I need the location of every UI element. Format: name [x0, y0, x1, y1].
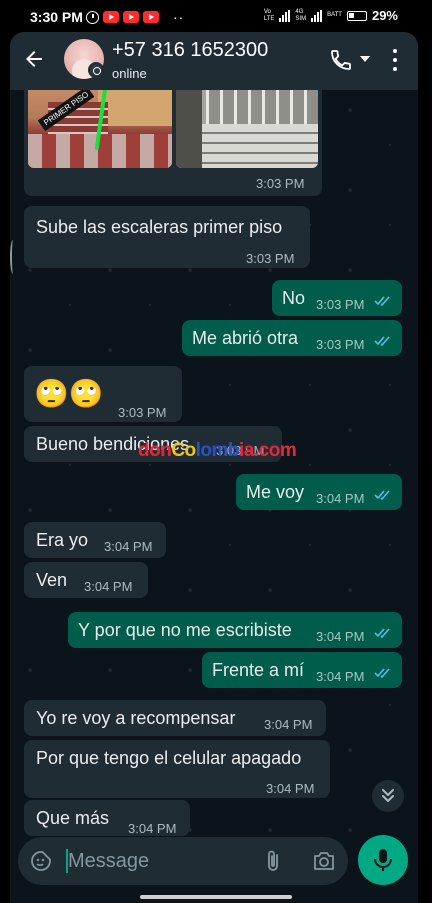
more-vertical-icon[interactable] [390, 49, 400, 71]
double-chevron-down-icon [382, 789, 394, 802]
message-text: Y por que no me escribiste [78, 620, 292, 640]
message-text: Sube las escaleras primer piso [36, 217, 283, 237]
message-time: 3:03 PM [316, 297, 365, 312]
chat-area[interactable]: PRIMER PISO 3:03 PM Sube las escaleras p… [10, 90, 418, 903]
image-message[interactable]: PRIMER PISO 3:03 PM [24, 90, 322, 196]
message-text: Era yo [36, 530, 89, 550]
signal-icon [311, 9, 323, 22]
message-time: 3:04 PM [104, 539, 153, 554]
battery-icon [346, 10, 367, 21]
watermark: donColombia.com [138, 440, 297, 461]
read-ticks-icon [374, 668, 390, 678]
message-time: 3:04 PM [316, 669, 365, 684]
arrow-left-icon[interactable] [22, 47, 46, 71]
read-ticks-icon [374, 296, 390, 306]
outgoing-message[interactable]: Y por que no me escribiste 3:04 PM [68, 612, 402, 648]
message-text: Que más [36, 808, 110, 828]
signal-icon [279, 9, 291, 22]
microphone-icon [374, 849, 392, 871]
status-ring-icon [88, 62, 104, 78]
voice-record-button[interactable] [358, 835, 408, 885]
message-text: Frente a mí [212, 660, 305, 680]
status-bar: 3:30 PM ·· Vo LTE 4G SIM BATT 29% [0, 0, 432, 32]
network-type-indicator: 4G SIM [295, 8, 307, 22]
message-composer[interactable]: Message [18, 837, 348, 885]
status-system-icons: Vo LTE 4G SIM BATT 29% [264, 8, 398, 23]
chat-header: +57 316 1652300 online [10, 32, 418, 90]
message-time: 3:03 PM [256, 176, 305, 191]
outgoing-message[interactable]: No 3:03 PM [272, 280, 402, 316]
edge-handle[interactable] [10, 240, 16, 274]
youtube-notification-icon [123, 11, 139, 23]
message-time: 3:04 PM [264, 717, 313, 732]
message-time: 3:04 PM [84, 579, 133, 594]
incoming-message[interactable]: Era yo 3:04 PM [24, 522, 166, 558]
message-time: 3:03 PM [316, 337, 365, 352]
scroll-to-bottom-button[interactable] [372, 780, 404, 812]
status-notification-icons: ·· [86, 9, 184, 25]
message-text: Me abrió otra [192, 328, 299, 348]
read-ticks-icon [374, 490, 390, 500]
more-notifications-icon: ·· [173, 9, 185, 25]
contact-name[interactable]: +57 316 1652300 [112, 39, 268, 62]
call-options-chevron-icon[interactable] [360, 56, 370, 62]
gesture-nav-bar[interactable] [140, 895, 292, 899]
incoming-message[interactable]: Yo re voy a recompensar 3:04 PM [24, 700, 326, 736]
message-time: 3:04 PM [266, 781, 315, 796]
sticker-emoji-icon[interactable] [30, 850, 52, 872]
incoming-message[interactable]: Ven 3:04 PM [24, 562, 148, 598]
photo-thumbnail[interactable] [176, 90, 318, 168]
battery-label: BATT [327, 12, 342, 18]
camera-icon[interactable] [312, 850, 336, 872]
phone-screen: 3:30 PM ·· Vo LTE 4G SIM BATT 29% +57 316 … [0, 0, 432, 903]
volte-indicator: Vo LTE [263, 8, 275, 22]
alarm-icon [86, 10, 99, 24]
message-input[interactable]: Message [68, 850, 149, 873]
incoming-message[interactable]: Sube las escaleras primer piso 3:03 PM [24, 206, 310, 268]
read-ticks-icon [374, 336, 390, 346]
outgoing-message[interactable]: Me abrió otra 3:03 PM [182, 320, 402, 356]
photo-thumbnail[interactable]: PRIMER PISO [28, 90, 172, 168]
battery-percent: 29% [371, 8, 398, 23]
message-time: 3:03 PM [118, 405, 167, 420]
youtube-notification-icon [143, 11, 159, 23]
message-text: Yo re voy a recompensar [36, 708, 236, 728]
outgoing-message[interactable]: Me voy 3:04 PM [236, 474, 402, 510]
incoming-message[interactable]: 🙄🙄 3:03 PM [24, 366, 182, 422]
message-text: Me voy [246, 482, 305, 502]
message-text: No [282, 288, 306, 308]
message-emoji: 🙄🙄 [34, 377, 104, 410]
outgoing-message[interactable]: Frente a mí 3:04 PM [202, 652, 402, 688]
contact-status: online [112, 66, 147, 81]
message-text: Por que tengo el celular apagado [36, 748, 302, 768]
youtube-notification-icon [103, 11, 119, 23]
message-time: 3:04 PM [316, 491, 365, 506]
read-ticks-icon [374, 628, 390, 638]
incoming-message[interactable]: Que más 3:04 PM [24, 800, 190, 836]
incoming-message[interactable]: Por que tengo el celular apagado 3:04 PM [24, 740, 330, 798]
status-time: 3:30 PM [30, 9, 83, 25]
phone-icon[interactable] [329, 48, 353, 72]
message-time: 3:03 PM [246, 251, 295, 266]
message-text: Ven [36, 570, 68, 590]
paperclip-icon[interactable] [262, 849, 284, 873]
message-time: 3:04 PM [316, 629, 365, 644]
